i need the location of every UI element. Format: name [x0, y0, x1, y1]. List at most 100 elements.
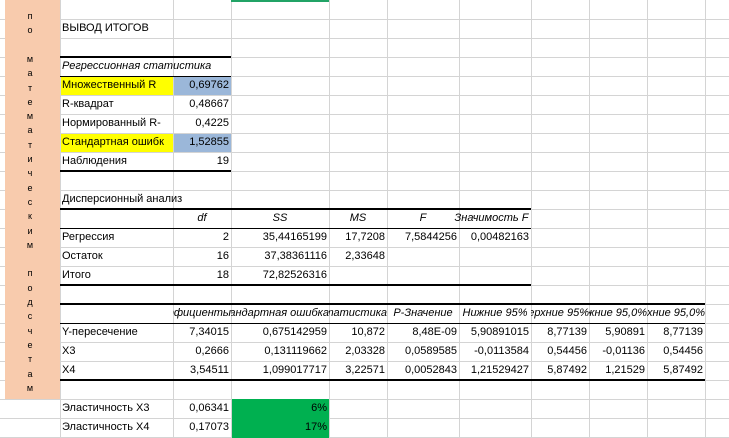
- side-label-char: т: [27, 354, 33, 365]
- stat-label[interactable]: Стандартная ошибк: [60, 133, 173, 152]
- coef-cell[interactable]: 2,03328: [329, 342, 387, 361]
- coef-cell[interactable]: 0,54456: [647, 342, 705, 361]
- selection-marker: [231, 0, 329, 2]
- anova-cell[interactable]: 35,44165199: [231, 228, 329, 247]
- grid-line: [705, 0, 706, 438]
- elasticity-value[interactable]: 0,17073: [173, 418, 231, 437]
- side-label-char: к: [28, 211, 32, 222]
- side-label-char: е: [27, 339, 33, 350]
- anova-header[interactable]: MS: [329, 209, 387, 228]
- anova-cell[interactable]: 2,33648: [329, 247, 387, 266]
- elasticity-percent[interactable]: 17%: [231, 418, 329, 437]
- coef-cell[interactable]: 8,77139: [647, 323, 705, 342]
- coef-header[interactable]: t-статистика: [329, 304, 387, 323]
- side-label-char: о: [27, 282, 33, 293]
- stat-value[interactable]: 19: [173, 152, 231, 171]
- side-label-char: и: [27, 154, 33, 164]
- side-label-char: ч: [27, 168, 33, 179]
- coef-cell[interactable]: 0,675142959: [231, 323, 329, 342]
- coef-cell[interactable]: 8,77139: [531, 323, 589, 342]
- anova-cell[interactable]: 7,5844256: [387, 228, 459, 247]
- coef-cell[interactable]: 1,099017717: [231, 361, 329, 380]
- coef-cell[interactable]: 5,87492: [531, 361, 589, 380]
- coef-cell[interactable]: -0,01136: [589, 342, 647, 361]
- stat-label[interactable]: Наблюдения: [60, 152, 173, 171]
- anova-header[interactable]: df: [173, 209, 231, 228]
- stat-value[interactable]: 0,4225: [173, 114, 231, 133]
- stat-value[interactable]: 0,69762: [173, 76, 231, 95]
- elasticity-value[interactable]: 0,06341: [173, 399, 231, 418]
- anova-header[interactable]: F: [387, 209, 459, 228]
- anova-row-label[interactable]: Остаток: [60, 247, 173, 266]
- coef-header[interactable]: Коэффициенты: [173, 304, 231, 323]
- side-label-char: е: [27, 182, 33, 193]
- coef-cell[interactable]: 5,87492: [647, 361, 705, 380]
- anova-cell[interactable]: 18: [173, 266, 231, 285]
- stat-label[interactable]: R-квадрат: [60, 95, 173, 114]
- stat-value[interactable]: 0,48667: [173, 95, 231, 114]
- stat-label[interactable]: Множественный R: [60, 76, 173, 95]
- anova-row-label[interactable]: Итого: [60, 266, 173, 285]
- coef-cell[interactable]: 0,131119662: [231, 342, 329, 361]
- coef-cell[interactable]: 0,0052843: [387, 361, 459, 380]
- coef-cell[interactable]: 5,90891: [589, 323, 647, 342]
- coef-cell[interactable]: 0,54456: [531, 342, 589, 361]
- elasticity-label[interactable]: Эластичность X3: [60, 399, 173, 418]
- spreadsheet-grid[interactable]: поматематическимподсчетам ВЫВОД ИТОГОВ Р…: [0, 0, 729, 438]
- coef-row-label[interactable]: X4: [60, 361, 173, 380]
- side-label-char: о: [27, 25, 33, 36]
- anova-cell[interactable]: 37,38361116: [231, 247, 329, 266]
- coef-header[interactable]: Нижние 95%: [459, 304, 531, 323]
- coef-cell[interactable]: 3,54511: [173, 361, 231, 380]
- side-label-char: п: [27, 268, 33, 279]
- regression-stats-header[interactable]: Регрессионная статистика: [60, 57, 231, 76]
- side-label-char: д: [27, 297, 33, 307]
- coef-cell[interactable]: 1,21529: [589, 361, 647, 380]
- side-label-char: с: [27, 196, 33, 207]
- coef-cell[interactable]: 1,21529427: [459, 361, 531, 380]
- stat-label[interactable]: Нормированный R-: [60, 114, 173, 133]
- anova-cell[interactable]: 16: [173, 247, 231, 266]
- elasticity-percent[interactable]: 6%: [231, 399, 329, 418]
- side-label-char: а: [27, 68, 33, 79]
- anova-row-label[interactable]: Регрессия: [60, 228, 173, 247]
- anova-cell[interactable]: 72,82526316: [231, 266, 329, 285]
- anova-cell[interactable]: 0,00482163: [459, 228, 531, 247]
- stat-value[interactable]: 1,52855: [173, 133, 231, 152]
- output-title[interactable]: ВЫВОД ИТОГОВ: [60, 19, 231, 38]
- side-label-char: и: [27, 225, 33, 236]
- coef-header[interactable]: P-Значение: [387, 304, 459, 323]
- coef-cell[interactable]: 10,872: [329, 323, 387, 342]
- coef-cell[interactable]: 7,34015: [173, 323, 231, 342]
- coef-header[interactable]: Нижние 95,0%: [589, 304, 647, 323]
- elasticity-label[interactable]: Эластичность X4: [60, 418, 173, 437]
- coef-cell[interactable]: 0,0589585: [387, 342, 459, 361]
- side-label-char: с: [27, 311, 33, 322]
- side-label-char: п: [27, 11, 33, 21]
- anova-header[interactable]: Значимость F: [452, 209, 531, 228]
- coef-cell[interactable]: 8,48E-09: [387, 323, 459, 342]
- coef-header[interactable]: Стандартная ошибка: [231, 304, 329, 323]
- coef-header[interactable]: Верхние 95%: [531, 304, 589, 323]
- anova-cell[interactable]: 17,7208: [329, 228, 387, 247]
- anova-title[interactable]: Дисперсионный анализ: [60, 190, 260, 209]
- side-label-char: м: [26, 53, 34, 64]
- side-label-char: м: [26, 111, 34, 122]
- coef-cell[interactable]: 3,22571: [329, 361, 387, 380]
- anova-cell[interactable]: 2: [173, 228, 231, 247]
- side-label-char: м: [26, 382, 34, 393]
- coef-header[interactable]: Верхние 95,0%: [647, 304, 705, 323]
- side-label-char: т: [27, 82, 33, 93]
- side-label-char: ч: [27, 325, 33, 336]
- coef-cell[interactable]: 0,2666: [173, 342, 231, 361]
- coef-row-label[interactable]: Y-пересечение: [60, 323, 173, 342]
- coef-cell[interactable]: 5,90891015: [459, 323, 531, 342]
- side-label-char: т: [27, 139, 33, 150]
- side-label-char: а: [27, 368, 33, 379]
- coef-row-label[interactable]: X3: [60, 342, 173, 361]
- coef-cell[interactable]: -0,0113584: [459, 342, 531, 361]
- side-label-char: а: [27, 125, 33, 136]
- anova-header[interactable]: SS: [231, 209, 329, 228]
- side-label-char: м: [26, 239, 34, 250]
- side-label-char: е: [27, 96, 33, 107]
